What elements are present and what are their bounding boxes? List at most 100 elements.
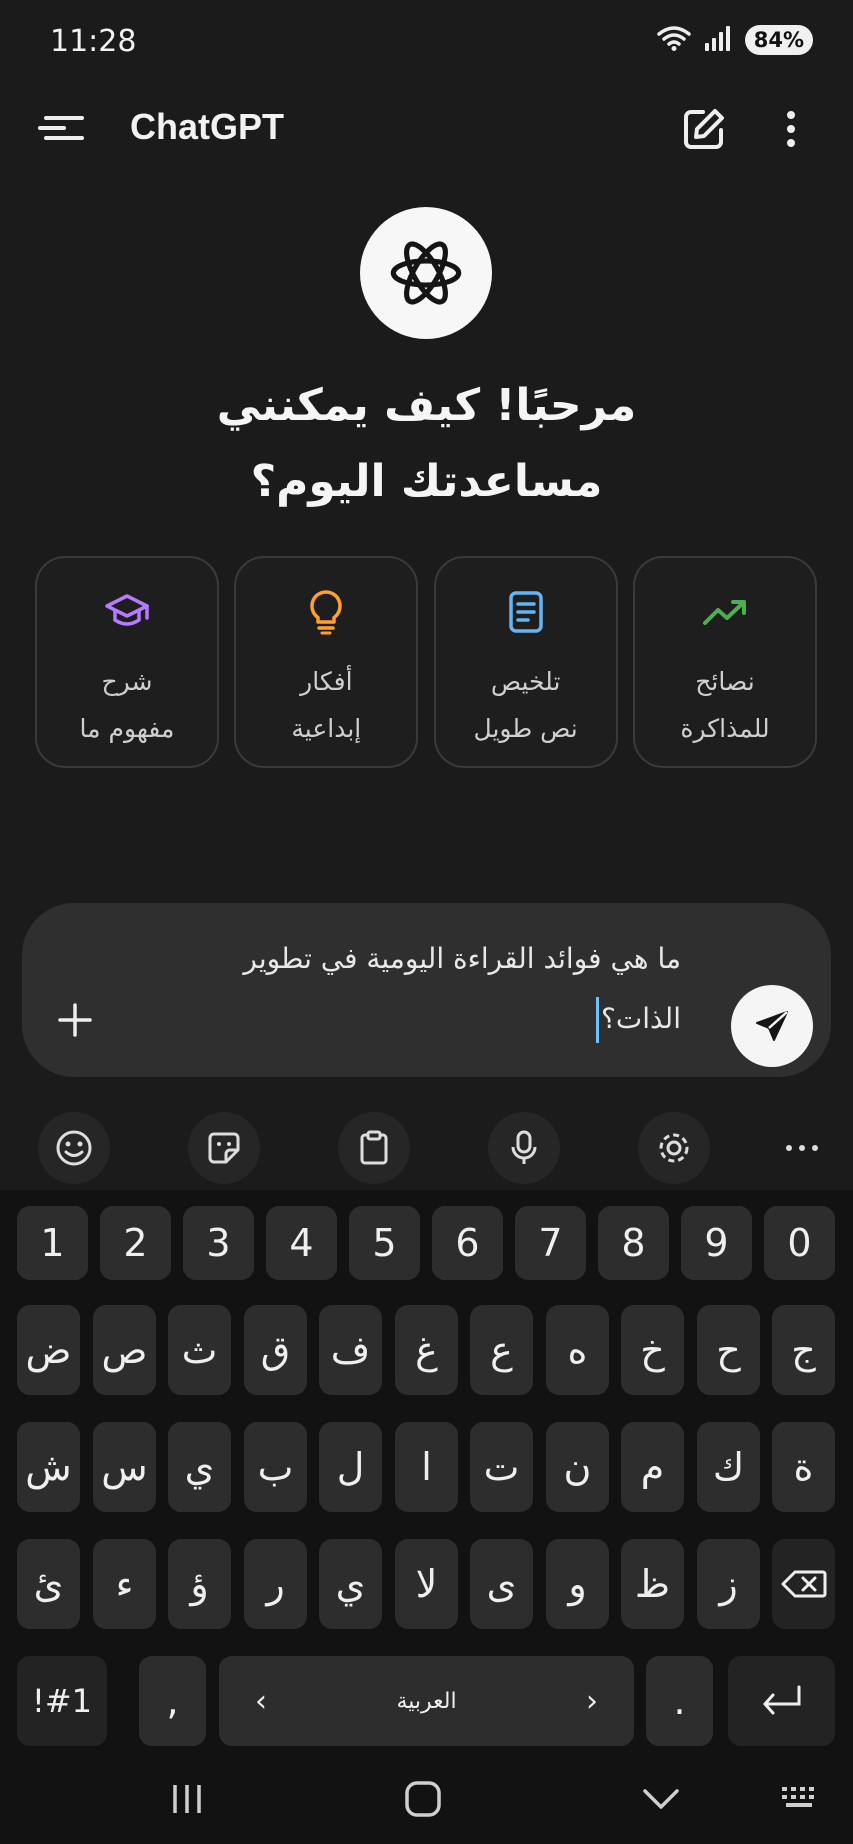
keyboard-switch-icon[interactable]	[771, 1777, 831, 1821]
key-0[interactable]: 0	[764, 1206, 835, 1280]
key-2[interactable]: 2	[100, 1206, 171, 1280]
letter-key[interactable]: خ	[621, 1305, 684, 1395]
key-3[interactable]: 3	[183, 1206, 254, 1280]
status-icons: 84%	[656, 24, 813, 56]
more-options-icon[interactable]	[781, 106, 801, 152]
symbols-key[interactable]: !#1	[17, 1656, 107, 1746]
more-horizontal-icon[interactable]	[766, 1112, 838, 1184]
letter-key[interactable]: ك	[697, 1422, 760, 1512]
card-label-line-1: أفكار	[300, 667, 353, 696]
suggestion-cards: نصائح للمذاكرة تلخيص نص طويل أفكار إبداع…	[35, 556, 817, 768]
letter-key[interactable]: ه	[546, 1305, 609, 1395]
card-label-line-2: نص طويل	[473, 714, 578, 743]
recent-apps-icon[interactable]	[157, 1777, 217, 1821]
clipboard-icon[interactable]	[338, 1112, 410, 1184]
letter-key[interactable]: س	[93, 1422, 156, 1512]
document-icon	[502, 588, 550, 636]
menu-icon[interactable]	[36, 108, 88, 148]
comma-key[interactable]: ,	[139, 1656, 206, 1746]
space-bar[interactable]: ‹ العربية ›	[219, 1656, 634, 1746]
letter-key[interactable]: ج	[772, 1305, 835, 1395]
wifi-icon	[656, 24, 691, 56]
attach-plus-button[interactable]	[52, 997, 98, 1043]
backspace-icon	[781, 1570, 826, 1598]
letter-key[interactable]: م	[621, 1422, 684, 1512]
card-label: شرح مفهوم ما	[80, 658, 175, 752]
chevron-left-icon: ‹	[255, 1683, 267, 1719]
microphone-icon[interactable]	[488, 1112, 560, 1184]
letter-key[interactable]: ش	[17, 1422, 80, 1512]
letter-key[interactable]: ق	[244, 1305, 307, 1395]
key-8[interactable]: 8	[598, 1206, 669, 1280]
emoji-icon[interactable]	[38, 1112, 110, 1184]
letter-key[interactable]: ظ	[621, 1539, 684, 1629]
sticker-icon[interactable]	[188, 1112, 260, 1184]
suggestion-card-creative-ideas[interactable]: أفكار إبداعية	[234, 556, 419, 768]
send-button[interactable]	[731, 985, 813, 1067]
suggestion-card-study-tips[interactable]: نصائح للمذاكرة	[632, 556, 817, 768]
letter-key[interactable]: ئ	[17, 1539, 80, 1629]
hide-keyboard-icon[interactable]	[631, 1777, 691, 1821]
keyboard-toolbar	[0, 1108, 853, 1188]
keyboard: 1 2 3 4 5 6 7 8 9 0 ض ص ث ق ف غ ع ه خ ح …	[0, 1190, 853, 1755]
letter-key[interactable]: ي	[319, 1539, 382, 1629]
letter-key[interactable]: ا	[395, 1422, 458, 1512]
language-label: العربية	[396, 1688, 457, 1714]
battery-indicator: 84%	[744, 25, 813, 55]
home-icon[interactable]	[393, 1777, 453, 1821]
card-label-line-2: للمذاكرة	[680, 714, 770, 743]
backspace-key[interactable]	[772, 1539, 835, 1629]
status-time: 11:28	[50, 24, 137, 59]
key-1[interactable]: 1	[17, 1206, 88, 1280]
graduation-cap-icon	[103, 588, 151, 636]
key-6[interactable]: 6	[432, 1206, 503, 1280]
message-input[interactable]: ما هي فوائد القراءة اليومية في تطوير الذ…	[161, 929, 681, 1049]
card-label-line-1: نصائح	[695, 667, 755, 696]
letter-key[interactable]: ؤ	[168, 1539, 231, 1629]
letter-key[interactable]: ر	[244, 1539, 307, 1629]
new-chat-icon[interactable]	[681, 106, 727, 152]
letter-key[interactable]: ب	[244, 1422, 307, 1512]
suggestion-card-summarize[interactable]: تلخيص نص طويل	[433, 556, 618, 768]
app-title: ChatGPT	[130, 106, 285, 147]
letter-key[interactable]: ح	[697, 1305, 760, 1395]
key-4[interactable]: 4	[266, 1206, 337, 1280]
message-line-1: ما هي فوائد القراءة اليومية في تطوير	[243, 942, 681, 975]
letter-key[interactable]: ي	[168, 1422, 231, 1512]
signal-icon	[703, 24, 733, 56]
key-5[interactable]: 5	[349, 1206, 420, 1280]
message-composer[interactable]: ما هي فوائد القراءة اليومية في تطوير الذ…	[22, 903, 831, 1077]
status-bar: 11:28 84%	[0, 0, 853, 88]
card-label-line-2: مفهوم ما	[79, 714, 175, 743]
app-bar: ChatGPT	[0, 88, 853, 168]
suggestion-card-explain-concept[interactable]: شرح مفهوم ما	[35, 556, 219, 768]
system-navigation-bar	[0, 1755, 853, 1844]
letter-key[interactable]: ن	[546, 1422, 609, 1512]
period-key[interactable]: .	[646, 1656, 713, 1746]
letter-key[interactable]: ء	[93, 1539, 156, 1629]
chatgpt-logo	[360, 207, 492, 339]
key-7[interactable]: 7	[515, 1206, 586, 1280]
letter-key[interactable]: ص	[93, 1305, 156, 1395]
enter-key[interactable]	[728, 1656, 835, 1746]
letter-key[interactable]: ز	[697, 1539, 760, 1629]
letter-key[interactable]: لا	[395, 1539, 458, 1629]
letter-key[interactable]: ت	[470, 1422, 533, 1512]
message-line-2: الذات؟	[600, 1002, 681, 1035]
greeting-heading: مرحبًا! كيف يمكنني مساعدتك اليوم؟	[0, 368, 853, 520]
letter-key[interactable]: و	[546, 1539, 609, 1629]
settings-gear-icon[interactable]	[638, 1112, 710, 1184]
key-9[interactable]: 9	[681, 1206, 752, 1280]
enter-icon	[763, 1685, 800, 1715]
card-label-line-1: تلخيص	[490, 667, 561, 696]
letter-key[interactable]: ض	[17, 1305, 80, 1395]
letter-key[interactable]: ل	[319, 1422, 382, 1512]
letter-key[interactable]: ة	[772, 1422, 835, 1512]
trend-up-icon	[701, 588, 749, 636]
letter-key[interactable]: غ	[395, 1305, 458, 1395]
letter-key[interactable]: ف	[319, 1305, 382, 1395]
greeting-line-2: مساعدتك اليوم؟	[250, 456, 603, 507]
letter-key[interactable]: ث	[168, 1305, 231, 1395]
letter-key[interactable]: ع	[470, 1305, 533, 1395]
letter-key[interactable]: ى	[470, 1539, 533, 1629]
